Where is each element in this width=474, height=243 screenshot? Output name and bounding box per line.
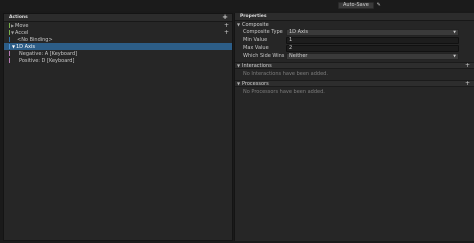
add-binding-icon[interactable]: +: [224, 22, 229, 29]
binding-label: 1D Axis: [16, 43, 35, 50]
action-color-bar: [9, 23, 10, 28]
processors-empty-message: No Processors have been added.: [243, 88, 325, 95]
part-color-bar: [9, 51, 10, 56]
property-row-min-value: Min Value 1: [235, 36, 474, 44]
property-label: Min Value: [243, 37, 268, 43]
composite-section-header[interactable]: ▼ Composite: [235, 21, 474, 28]
interactions-empty-message: No Interactions have been added.: [243, 70, 328, 77]
autosave-group: Auto-Save ✎: [338, 2, 382, 9]
property-row-max-value: Max Value 2: [235, 44, 474, 52]
min-value-field[interactable]: 1: [286, 36, 459, 44]
interactions-section-title: Interactions: [242, 62, 272, 69]
property-row-composite-type: Composite Type 1D Axis ▼: [235, 28, 474, 36]
composite-section-title: Composite: [242, 21, 269, 28]
binding-color-bar: [9, 44, 10, 49]
actions-panel: Actions + ▶ Move + ▼ Accel + <No Binding…: [3, 13, 233, 241]
properties-title: Properties: [240, 14, 267, 19]
action-item-accel[interactable]: ▼ Accel +: [4, 29, 232, 36]
binding-part-label: Negative: A [Keyboard]: [19, 50, 78, 57]
binding-color-bar: [9, 37, 10, 42]
property-label: Max Value: [243, 45, 269, 51]
actions-title: Actions: [9, 15, 28, 20]
add-interaction-icon[interactable]: +: [465, 63, 470, 69]
field-value: 2: [289, 44, 293, 51]
actions-header: Actions +: [4, 14, 232, 22]
add-binding-icon[interactable]: +: [224, 29, 229, 36]
field-value: 1: [289, 36, 293, 43]
part-color-bar: [9, 58, 10, 63]
chevron-down-icon: ▼: [453, 29, 456, 34]
action-color-bar: [9, 30, 10, 35]
add-processor-icon[interactable]: +: [465, 81, 470, 87]
add-action-icon[interactable]: +: [222, 14, 228, 21]
wrench-icon[interactable]: ✎: [376, 2, 382, 9]
properties-header: Properties: [235, 13, 474, 21]
action-label: Move: [15, 22, 29, 29]
interactions-section-header[interactable]: ▼ Interactions +: [235, 62, 474, 69]
property-row-which-side-wins: Which Side Wins Neither ▼: [235, 52, 474, 60]
binding-part-negative[interactable]: Negative: A [Keyboard]: [4, 50, 232, 57]
dropdown-value: 1D Axis: [289, 28, 308, 35]
action-item-move[interactable]: ▶ Move +: [4, 22, 232, 29]
binding-item-no-binding[interactable]: <No Binding>: [4, 36, 232, 43]
processors-section-title: Processors: [242, 80, 269, 87]
binding-part-positive[interactable]: Positive: D [Keyboard]: [4, 57, 232, 64]
binding-item-1d-axis[interactable]: ▼ 1D Axis: [4, 43, 232, 50]
max-value-field[interactable]: 2: [286, 44, 459, 52]
binding-part-label: Positive: D [Keyboard]: [19, 57, 75, 64]
properties-panel: Properties ▼ Composite Composite Type 1D…: [234, 13, 474, 241]
top-toolbar: Auto-Save ✎: [0, 0, 474, 11]
binding-label: <No Binding>: [17, 36, 53, 43]
autosave-toggle[interactable]: Auto-Save: [338, 2, 374, 9]
property-label: Composite Type: [243, 29, 283, 35]
chevron-down-icon: ▼: [453, 53, 456, 58]
dropdown-value: Neither: [289, 52, 308, 59]
which-side-wins-dropdown[interactable]: Neither ▼: [286, 52, 459, 60]
property-label: Which Side Wins: [243, 53, 285, 59]
processors-section-header[interactable]: ▼ Processors +: [235, 80, 474, 87]
action-label: Accel: [15, 29, 29, 36]
composite-type-dropdown[interactable]: 1D Axis ▼: [286, 28, 459, 36]
